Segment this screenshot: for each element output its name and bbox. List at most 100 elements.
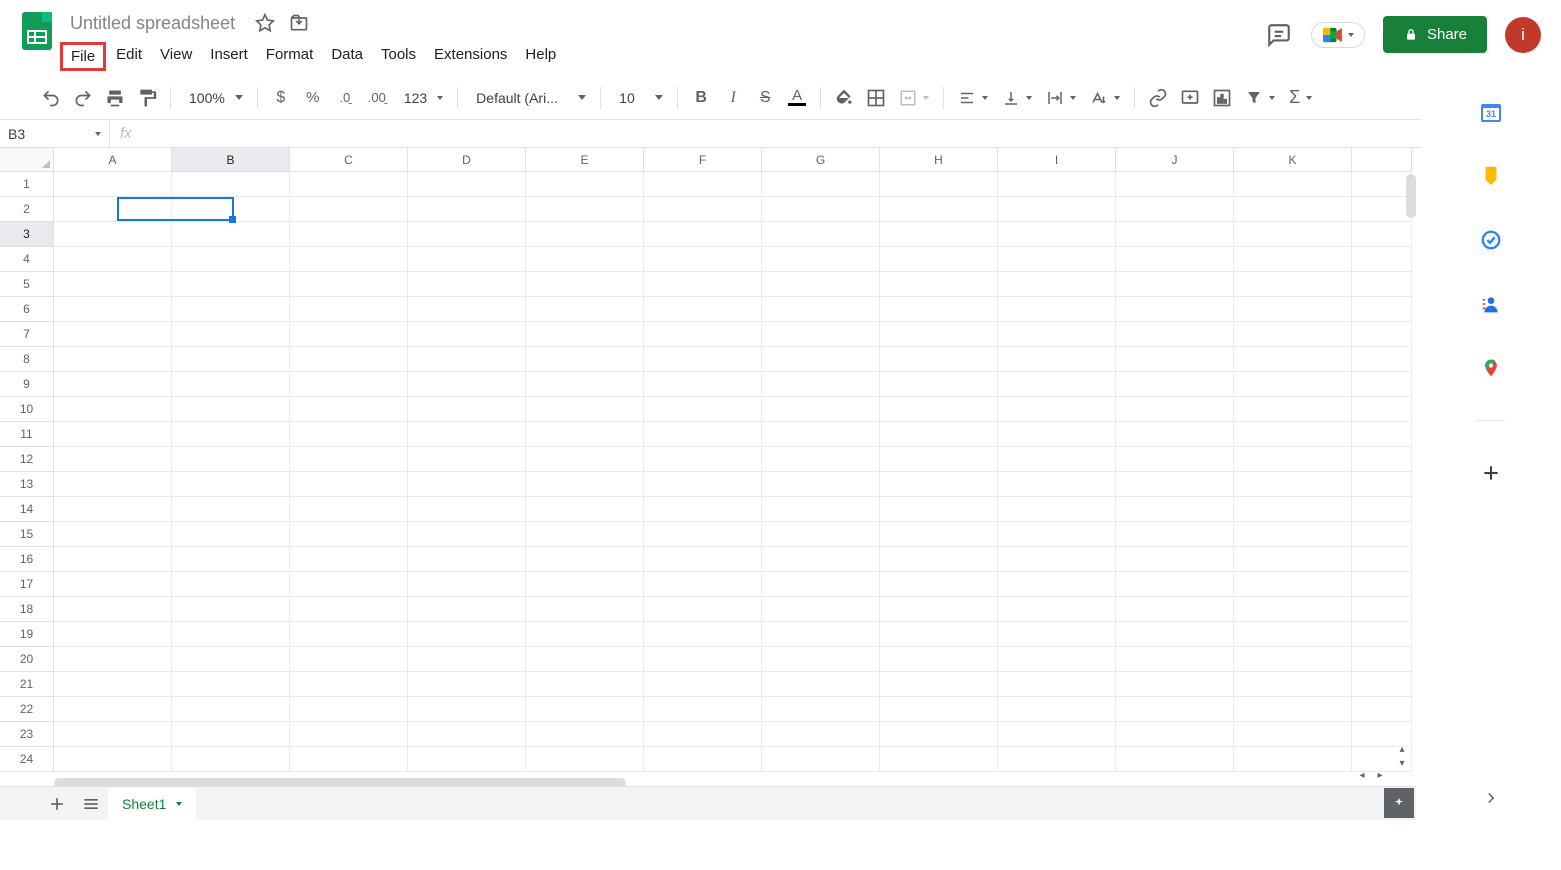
cell[interactable]	[1352, 272, 1412, 297]
cell[interactable]	[644, 697, 762, 722]
decrease-decimal-button[interactable]: .0̱	[330, 83, 360, 113]
cell[interactable]	[1234, 322, 1352, 347]
cell[interactable]	[998, 422, 1116, 447]
merge-cells-button[interactable]	[893, 83, 935, 113]
cell[interactable]	[762, 247, 880, 272]
cell[interactable]	[1116, 647, 1234, 672]
cell[interactable]	[1116, 247, 1234, 272]
cell[interactable]	[54, 672, 172, 697]
cell[interactable]	[526, 622, 644, 647]
cell[interactable]	[998, 647, 1116, 672]
cell[interactable]	[526, 372, 644, 397]
cell[interactable]	[526, 222, 644, 247]
cell[interactable]	[526, 522, 644, 547]
cell[interactable]	[290, 272, 408, 297]
cell[interactable]	[644, 497, 762, 522]
cell[interactable]	[172, 372, 290, 397]
cell[interactable]	[880, 172, 998, 197]
fill-color-button[interactable]	[829, 83, 859, 113]
filter-button[interactable]	[1239, 83, 1281, 113]
cell[interactable]	[1116, 197, 1234, 222]
cell[interactable]	[644, 572, 762, 597]
cell[interactable]	[408, 522, 526, 547]
cell[interactable]	[54, 722, 172, 747]
cell[interactable]	[998, 247, 1116, 272]
column-header[interactable]: B	[172, 148, 290, 172]
menu-extensions[interactable]: Extensions	[426, 42, 515, 71]
cell[interactable]	[1234, 747, 1352, 772]
cell[interactable]	[762, 597, 880, 622]
column-header[interactable]: F	[644, 148, 762, 172]
cell[interactable]	[408, 597, 526, 622]
cell[interactable]	[290, 172, 408, 197]
menu-edit[interactable]: Edit	[108, 42, 150, 71]
cell[interactable]	[1116, 497, 1234, 522]
cell[interactable]	[54, 522, 172, 547]
cell[interactable]	[408, 722, 526, 747]
cell[interactable]	[54, 297, 172, 322]
cell[interactable]	[526, 272, 644, 297]
row-header[interactable]: 15	[0, 522, 54, 547]
column-header[interactable]: E	[526, 148, 644, 172]
vertical-scrollbar-thumb[interactable]	[1406, 174, 1416, 218]
cell[interactable]	[1352, 572, 1412, 597]
cell[interactable]	[1234, 297, 1352, 322]
cell[interactable]	[526, 597, 644, 622]
cell[interactable]	[1352, 672, 1412, 697]
menu-data[interactable]: Data	[323, 42, 371, 71]
cell[interactable]	[880, 222, 998, 247]
cell[interactable]	[644, 447, 762, 472]
cell[interactable]	[172, 172, 290, 197]
cell[interactable]	[880, 647, 998, 672]
cells-area[interactable]	[54, 172, 1416, 772]
cell[interactable]	[1116, 697, 1234, 722]
cell[interactable]	[54, 347, 172, 372]
cell[interactable]	[1234, 647, 1352, 672]
cell[interactable]	[290, 722, 408, 747]
cell[interactable]	[1234, 672, 1352, 697]
cell[interactable]	[1352, 247, 1412, 272]
row-header[interactable]: 17	[0, 572, 54, 597]
cell[interactable]	[644, 222, 762, 247]
formula-input[interactable]	[142, 120, 1561, 147]
cell[interactable]	[290, 522, 408, 547]
cell[interactable]	[1352, 547, 1412, 572]
font-dropdown[interactable]: Default (Ari...	[466, 83, 592, 113]
cell[interactable]	[54, 447, 172, 472]
scroll-left-button[interactable]: ◂	[1353, 768, 1371, 782]
cell[interactable]	[408, 547, 526, 572]
cell[interactable]	[172, 597, 290, 622]
cell[interactable]	[526, 672, 644, 697]
cell[interactable]	[526, 297, 644, 322]
cell[interactable]	[762, 472, 880, 497]
cell[interactable]	[1116, 747, 1234, 772]
row-header[interactable]: 22	[0, 697, 54, 722]
cell[interactable]	[172, 622, 290, 647]
cell[interactable]	[172, 672, 290, 697]
cell[interactable]	[290, 247, 408, 272]
cell[interactable]	[408, 497, 526, 522]
cell[interactable]	[1234, 697, 1352, 722]
cell[interactable]	[762, 397, 880, 422]
cell[interactable]	[526, 172, 644, 197]
cell[interactable]	[526, 322, 644, 347]
sheets-logo[interactable]	[22, 12, 52, 50]
move-icon[interactable]	[289, 13, 309, 33]
select-all-corner[interactable]	[0, 148, 54, 172]
cell[interactable]	[1234, 622, 1352, 647]
cell[interactable]	[762, 622, 880, 647]
cell[interactable]	[172, 472, 290, 497]
print-button[interactable]	[100, 83, 130, 113]
cell[interactable]	[290, 622, 408, 647]
cell[interactable]	[880, 597, 998, 622]
cell[interactable]	[408, 697, 526, 722]
cell[interactable]	[290, 697, 408, 722]
cell[interactable]	[644, 547, 762, 572]
cell[interactable]	[998, 472, 1116, 497]
cell[interactable]	[54, 422, 172, 447]
cell[interactable]	[762, 422, 880, 447]
cell[interactable]	[1116, 597, 1234, 622]
cell[interactable]	[526, 397, 644, 422]
cell[interactable]	[172, 422, 290, 447]
cell[interactable]	[1116, 522, 1234, 547]
